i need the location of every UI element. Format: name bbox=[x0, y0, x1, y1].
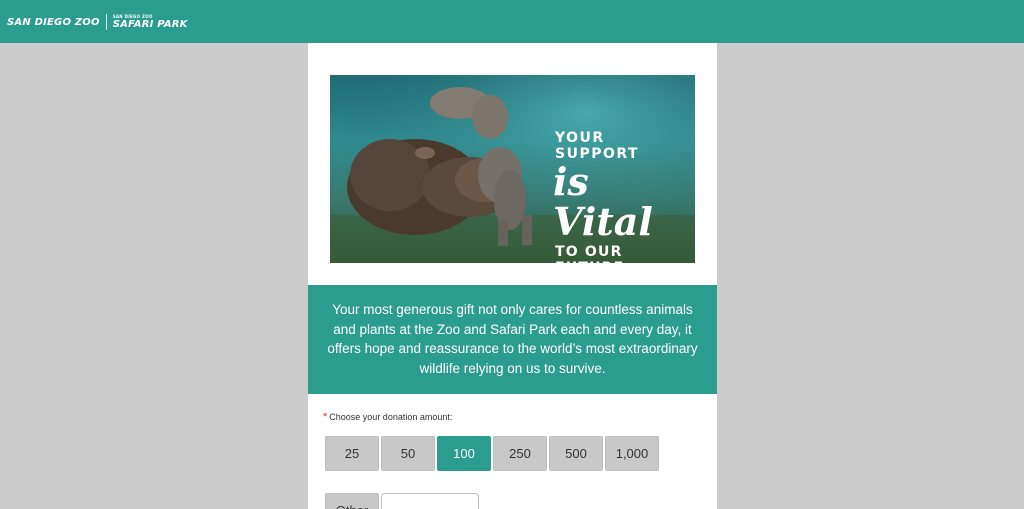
site-logo[interactable]: SAN DIEGO ZOO SAN DIEGO ZOO SAFARI PARK bbox=[7, 12, 188, 32]
hero-line-2: is Vital bbox=[553, 159, 653, 244]
other-amount-row: Other bbox=[325, 493, 479, 509]
amount-button-100[interactable]: 100 bbox=[437, 436, 491, 471]
donation-amount-label: * Choose your donation amount: bbox=[323, 411, 452, 423]
required-marker: * bbox=[323, 411, 328, 423]
other-amount-button[interactable]: Other bbox=[325, 493, 379, 509]
logo-safari-text: SAFARI PARK bbox=[112, 18, 188, 30]
logo-safari-small-text: SAN DIEGO ZOO bbox=[112, 13, 153, 19]
hero-line-1: YOUR SUPPORT bbox=[555, 130, 640, 162]
logo-divider bbox=[105, 14, 107, 30]
amount-button-1000[interactable]: 1,000 bbox=[605, 436, 659, 471]
hero-line-3: TO OUR FUTURE bbox=[555, 244, 623, 263]
amount-options: 25 50 100 250 500 1,000 bbox=[325, 436, 659, 471]
other-amount-input[interactable] bbox=[381, 493, 479, 509]
amount-button-250[interactable]: 250 bbox=[493, 436, 547, 471]
donation-card: YOUR SUPPORT is Vital TO OUR FUTURE Your… bbox=[308, 43, 717, 509]
top-bar: SAN DIEGO ZOO SAN DIEGO ZOO SAFARI PARK bbox=[0, 0, 1024, 43]
hero-image: YOUR SUPPORT is Vital TO OUR FUTURE bbox=[330, 75, 695, 263]
amount-button-25[interactable]: 25 bbox=[325, 436, 379, 471]
logo-zoo-text: SAN DIEGO ZOO bbox=[7, 16, 100, 28]
donation-amount-label-text: Choose your donation amount: bbox=[329, 412, 453, 422]
appeal-message: Your most generous gift not only cares f… bbox=[308, 285, 717, 394]
amount-button-50[interactable]: 50 bbox=[381, 436, 435, 471]
hero-tagline: YOUR SUPPORT is Vital TO OUR FUTURE bbox=[553, 130, 685, 263]
logo-safari: SAN DIEGO ZOO SAFARI PARK bbox=[112, 13, 188, 30]
amount-button-500[interactable]: 500 bbox=[549, 436, 603, 471]
